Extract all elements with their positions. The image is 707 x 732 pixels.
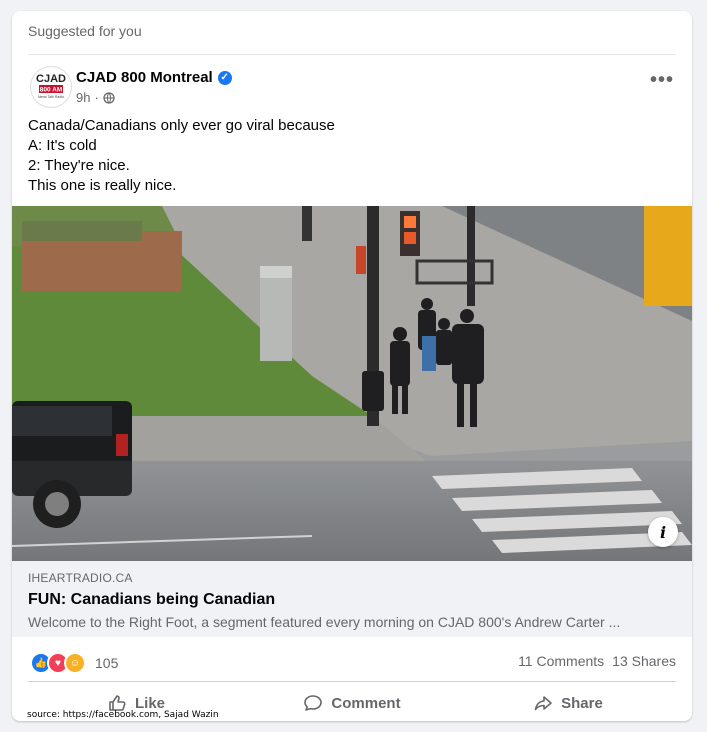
verified-badge-icon: ✓ <box>217 70 232 85</box>
page-avatar[interactable]: CJAD 800 AM News Talk Radio <box>30 66 72 108</box>
care-reaction-icon: ☺ <box>64 652 86 674</box>
video-thumbnail[interactable]: i <box>12 206 692 561</box>
reactions-summary[interactable]: 👍 ♥ ☺ 105 <box>30 652 118 674</box>
post-text-line: A: It's cold <box>28 137 97 154</box>
link-preview[interactable]: IHEARTRADIO.CA FUN: Canadians being Cana… <box>12 561 692 637</box>
actions-divider <box>28 681 676 682</box>
comment-label: Comment <box>331 694 401 712</box>
avatar-logo-text: CJAD <box>36 73 66 85</box>
more-options-icon[interactable]: ••• <box>650 70 674 90</box>
source-caption: source: https://facebook.com, Sajad Wazi… <box>27 710 219 720</box>
post-meta: 9h · <box>76 90 115 105</box>
share-icon <box>534 696 552 711</box>
engagement-counts: 11 Comments 13 Shares <box>518 653 676 669</box>
comment-button[interactable]: Comment <box>244 687 460 719</box>
post-text-line: 2: They're nice. <box>28 157 130 174</box>
share-label: Share <box>561 694 603 712</box>
street-scene-image <box>12 206 692 561</box>
post-text-line: Canada/Canadians only ever go viral beca… <box>28 117 335 134</box>
link-title[interactable]: FUN: Canadians being Canadian <box>28 591 275 609</box>
link-description: Welcome to the Right Foot, a segment fea… <box>28 614 621 630</box>
share-button[interactable]: Share <box>460 687 676 719</box>
page-name-link[interactable]: CJAD 800 Montreal ✓ <box>76 69 232 86</box>
shares-count[interactable]: 13 Shares <box>612 653 676 669</box>
post-card: Suggested for you CJAD 800 AM News Talk … <box>12 11 692 721</box>
post-text: Canada/Canadians only ever go viral beca… <box>28 116 335 196</box>
suggested-label: Suggested for you <box>28 23 142 39</box>
comment-icon <box>304 695 323 711</box>
page-name[interactable]: CJAD 800 Montreal <box>76 69 213 86</box>
reaction-count[interactable]: 105 <box>95 655 118 671</box>
globe-icon <box>103 91 115 104</box>
comments-count[interactable]: 11 Comments <box>518 653 604 669</box>
post-text-line: This one is really nice. <box>28 177 177 194</box>
like-label: Like <box>134 694 165 712</box>
info-icon[interactable]: i <box>648 517 678 547</box>
header-divider <box>28 54 676 55</box>
link-domain: IHEARTRADIO.CA <box>28 571 133 585</box>
post-time[interactable]: 9h <box>76 90 90 105</box>
meta-separator: · <box>94 90 99 105</box>
avatar-logo-band: 800 AM <box>40 87 63 94</box>
avatar-logo-tagline: News Talk Radio <box>38 95 64 99</box>
